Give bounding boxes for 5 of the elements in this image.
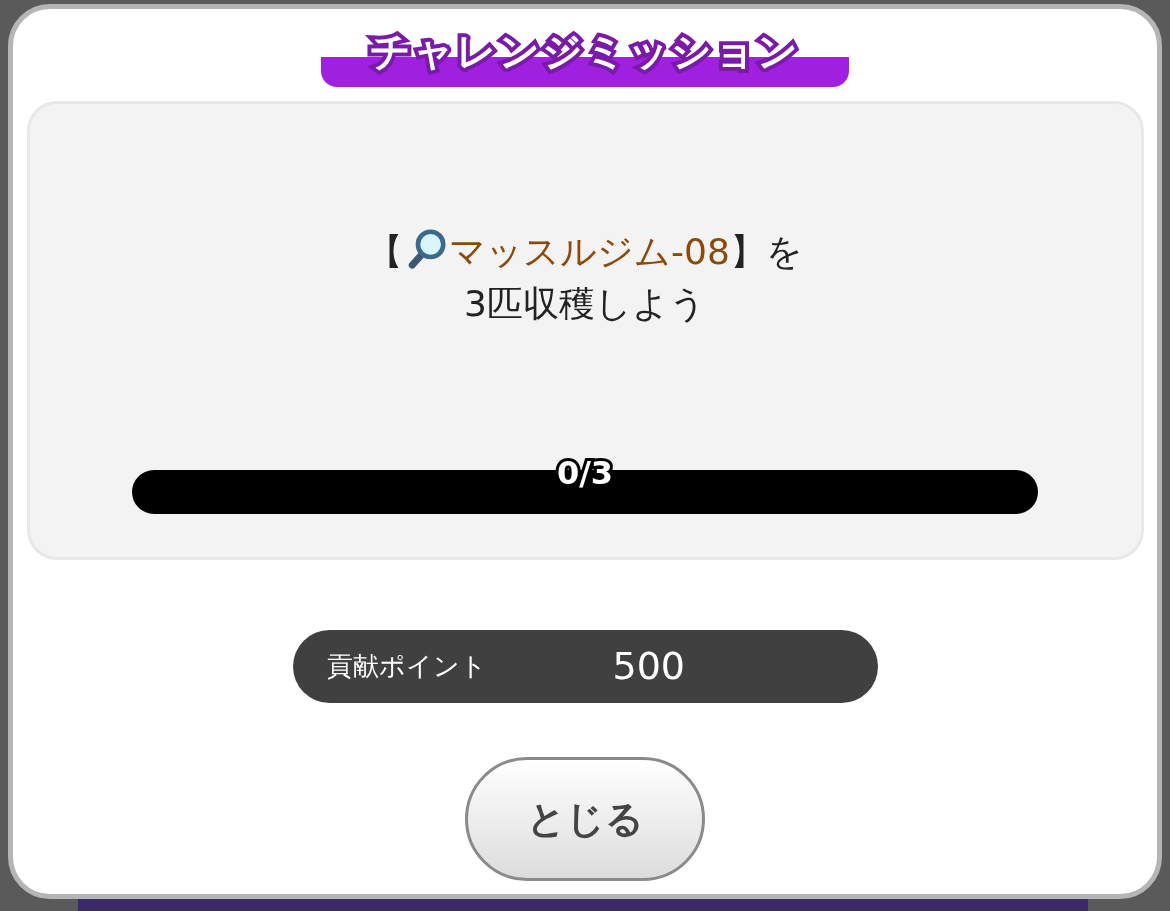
mission-text: 【 マッスルジム-08】を 3匹収穫しよう	[367, 226, 803, 330]
reward-label: 貢献ポイント	[326, 650, 487, 683]
target-link[interactable]: マッスルジム-08	[449, 231, 730, 272]
reward-value: 500	[612, 643, 686, 690]
close-button[interactable]: とじる	[465, 757, 705, 881]
